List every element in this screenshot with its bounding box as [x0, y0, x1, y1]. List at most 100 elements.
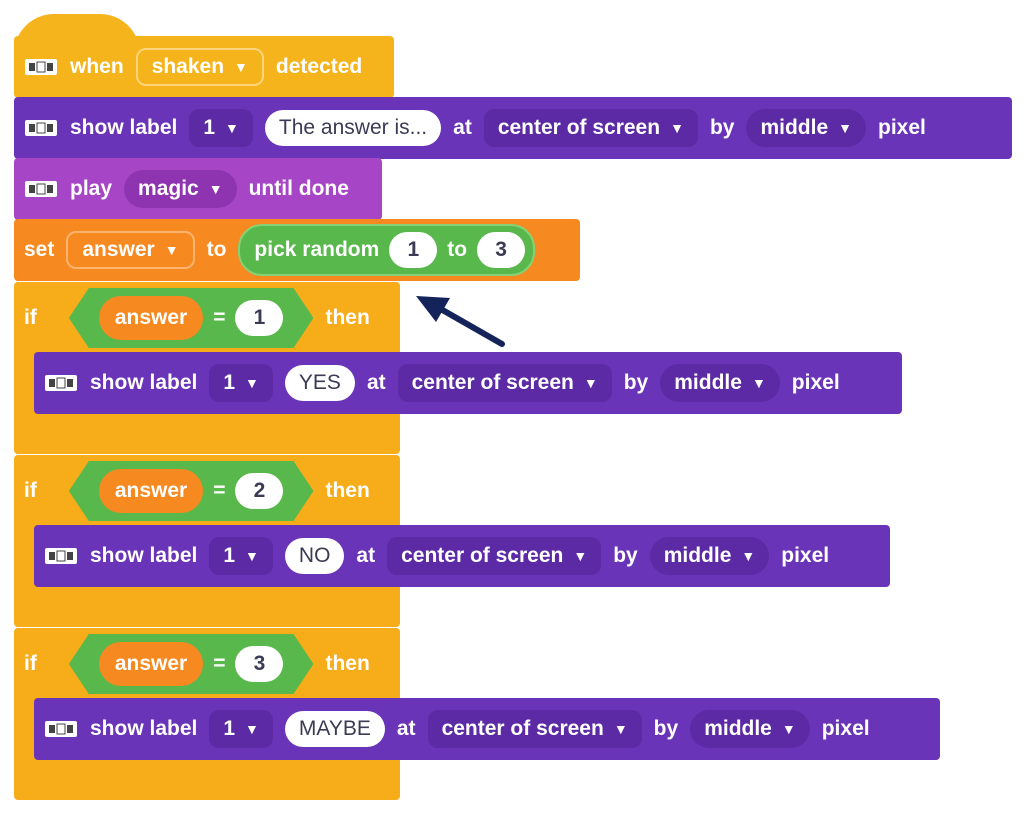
- position-dropdown[interactable]: center of screen ▼: [427, 710, 642, 748]
- sound-value: magic: [138, 177, 199, 200]
- label-number-value: 1: [203, 116, 216, 139]
- alignment-dropdown[interactable]: middle ▼: [690, 710, 810, 748]
- if-label: if: [24, 479, 37, 502]
- caret-down-icon: ▼: [245, 548, 259, 564]
- set-variable-row: set answer ▼ to pick random 1 to 3: [24, 224, 536, 276]
- label-text-input[interactable]: NO: [284, 538, 345, 574]
- until-done-label: until done: [248, 177, 349, 200]
- caret-down-icon: ▼: [245, 375, 259, 391]
- compare-value-input[interactable]: 1: [235, 300, 283, 336]
- caret-down-icon: ▼: [583, 375, 598, 391]
- caret-down-icon: ▼: [225, 120, 239, 136]
- show-label-text: show label: [70, 116, 178, 139]
- compare-value-input[interactable]: 2: [235, 473, 283, 509]
- equals-operator[interactable]: answer = 3: [69, 634, 314, 694]
- play-sound-row: play magic ▼ until done: [24, 168, 349, 210]
- device-icon: [24, 118, 58, 138]
- equals-sign: =: [213, 306, 226, 329]
- pixel-label: pixel: [781, 544, 830, 567]
- alignment-value: middle: [663, 544, 732, 567]
- answer-variable-reporter[interactable]: answer: [99, 296, 203, 340]
- caret-down-icon: ▼: [245, 721, 259, 737]
- shaken-dropdown[interactable]: shaken ▼: [135, 48, 264, 86]
- equals-operator[interactable]: answer = 1: [69, 288, 314, 348]
- equals-operator[interactable]: answer = 2: [69, 461, 314, 521]
- device-icon: [24, 57, 58, 77]
- equals-sign: =: [213, 479, 226, 502]
- caret-down-icon: ▼: [741, 548, 756, 564]
- show-label-row: show label 1 ▼ YES at center of screen ▼…: [44, 362, 840, 404]
- equals-sign: =: [213, 652, 226, 675]
- position-dropdown[interactable]: center of screen ▼: [483, 109, 698, 147]
- by-label: by: [709, 116, 735, 139]
- caret-down-icon: ▼: [613, 721, 628, 737]
- label-number-dropdown[interactable]: 1 ▼: [189, 109, 253, 147]
- alignment-value: middle: [760, 116, 829, 139]
- alignment-dropdown[interactable]: middle ▼: [660, 364, 780, 402]
- then-label: then: [325, 306, 370, 329]
- answer-variable-reporter[interactable]: answer: [99, 642, 203, 686]
- at-label: at: [366, 371, 386, 394]
- if-label: if: [24, 306, 37, 329]
- caret-down-icon: ▼: [781, 721, 796, 737]
- label-number-dropdown[interactable]: 1 ▼: [209, 364, 273, 402]
- label-number-dropdown[interactable]: 1 ▼: [209, 710, 273, 748]
- show-label-text: show label: [90, 717, 198, 740]
- show-label-row: show label 1 ▼ NO at center of screen ▼ …: [44, 535, 829, 577]
- show-label-text: show label: [90, 371, 198, 394]
- random-max-input[interactable]: 3: [477, 232, 526, 268]
- compare-value-input[interactable]: 3: [235, 646, 283, 682]
- then-label: then: [325, 652, 370, 675]
- alignment-value: middle: [704, 717, 772, 740]
- position-value: center of screen: [411, 371, 574, 394]
- label-number-value: 1: [223, 544, 236, 567]
- position-value: center of screen: [401, 544, 564, 567]
- alignment-dropdown[interactable]: middle ▼: [649, 537, 770, 575]
- if-condition-row: if answer = 3 then: [24, 642, 370, 686]
- caret-down-icon: ▼: [751, 375, 766, 391]
- random-min-input[interactable]: 1: [389, 232, 438, 268]
- if-condition-row: if answer = 1 then: [24, 296, 370, 340]
- position-dropdown[interactable]: center of screen ▼: [397, 364, 612, 402]
- by-label: by: [653, 717, 679, 740]
- caret-down-icon: ▼: [234, 59, 248, 75]
- by-label: by: [623, 371, 649, 394]
- then-label: then: [325, 479, 370, 502]
- label-number-value: 1: [223, 371, 236, 394]
- device-icon: [24, 179, 58, 199]
- label-text-input[interactable]: YES: [284, 365, 355, 401]
- caret-down-icon: ▼: [208, 181, 223, 197]
- alignment-value: middle: [674, 371, 742, 394]
- detected-label: detected: [275, 55, 363, 78]
- variable-value: answer: [82, 238, 155, 261]
- pixel-label: pixel: [821, 717, 870, 740]
- sound-dropdown[interactable]: magic ▼: [124, 170, 237, 208]
- by-label: by: [613, 544, 638, 567]
- device-icon: [44, 719, 78, 739]
- answer-variable-reporter[interactable]: answer: [99, 469, 203, 513]
- show-label-row: show label 1 ▼ MAYBE at center of screen…: [44, 708, 870, 750]
- device-icon: [44, 546, 78, 566]
- if-label: if: [24, 652, 37, 675]
- pick-random-reporter[interactable]: pick random 1 to 3: [238, 224, 536, 276]
- show-label-text: show label: [90, 544, 198, 567]
- at-label: at: [396, 717, 416, 740]
- label-number-value: 1: [223, 717, 236, 740]
- label-text-input[interactable]: The answer is...: [264, 110, 442, 146]
- pixel-label: pixel: [878, 116, 926, 139]
- device-icon: [44, 373, 78, 393]
- label-text-input[interactable]: MAYBE: [284, 711, 385, 747]
- position-value: center of screen: [497, 116, 661, 139]
- caret-down-icon: ▼: [670, 120, 684, 136]
- shaken-dropdown-value: shaken: [151, 55, 225, 78]
- set-label: set: [24, 238, 55, 261]
- label-number-dropdown[interactable]: 1 ▼: [209, 537, 273, 575]
- position-value: center of screen: [441, 717, 604, 740]
- random-to-label: to: [447, 238, 468, 261]
- pick-random-label: pick random: [254, 238, 380, 261]
- caret-down-icon: ▼: [164, 242, 179, 258]
- variable-dropdown[interactable]: answer ▼: [66, 231, 195, 269]
- alignment-dropdown[interactable]: middle ▼: [746, 109, 866, 147]
- when-shaken-row: when shaken ▼ detected: [24, 46, 362, 88]
- position-dropdown[interactable]: center of screen ▼: [387, 537, 602, 575]
